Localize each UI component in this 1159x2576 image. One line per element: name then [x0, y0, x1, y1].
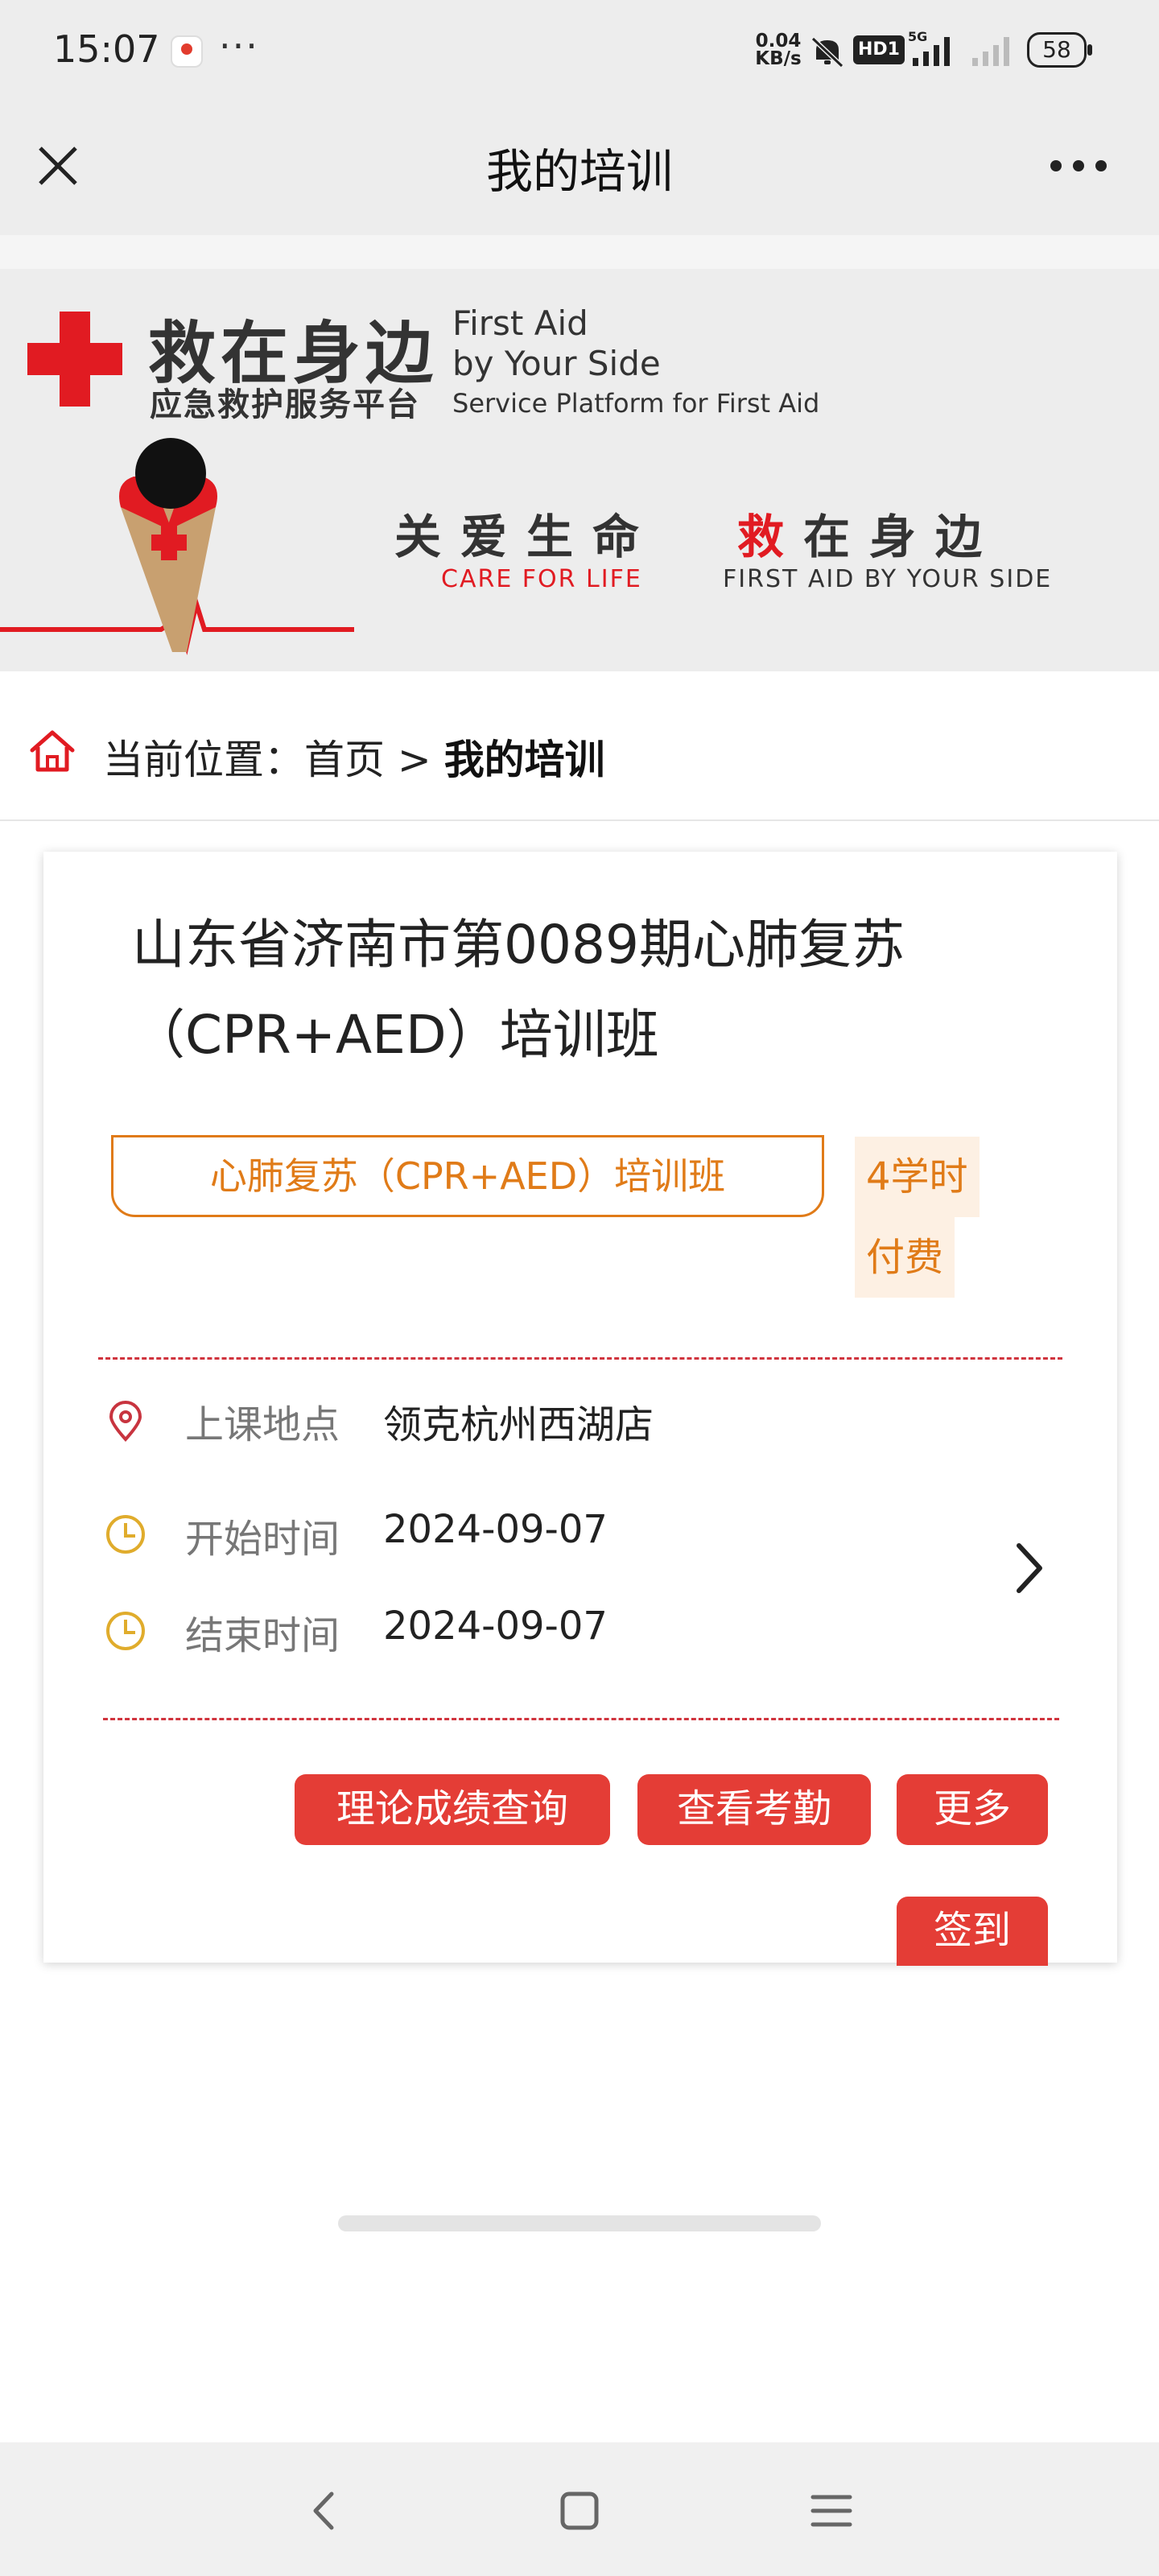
location-label: 上课地点 — [185, 1402, 340, 1447]
scroll-indicator — [338, 2215, 821, 2231]
chevron-right-icon[interactable] — [1009, 1536, 1050, 1600]
slogan-cn-1: 关爱生命 — [394, 510, 659, 564]
sign-in-button[interactable]: 签到 — [897, 1897, 1048, 1966]
page-title: 我的培训 — [485, 144, 673, 199]
slogan-cn-2-red: 救 — [737, 510, 804, 564]
slogan-en-1: CARE FOR LIFE — [441, 565, 642, 593]
breadcrumb-home-link[interactable]: 首页 — [304, 737, 385, 783]
home-square-icon[interactable] — [553, 2484, 606, 2537]
app-notification-icon — [171, 35, 203, 68]
end-time-value: 2024-09-07 — [383, 1604, 608, 1649]
breadcrumb-current: 我的培训 — [443, 737, 605, 783]
more-button[interactable]: 更多 — [897, 1774, 1048, 1845]
net-speed: 0.04 KB/s — [749, 32, 808, 68]
brand-subtitle-cn: 应急救护服务平台 — [150, 386, 420, 423]
clock-icon — [106, 1515, 145, 1554]
slogan-cn-2: 救在身边 — [737, 499, 1001, 567]
course-hours-tag: 4学时 — [855, 1137, 980, 1217]
brand-title-en-2: by Your Side — [452, 344, 661, 383]
view-attendance-button[interactable]: 查看考勤 — [637, 1774, 871, 1845]
breadcrumb: 当前位置：首页 > 我的培训 — [0, 671, 1159, 821]
nav-bar: 我的培训 — [0, 101, 1159, 235]
breadcrumb-text: 当前位置：首页 > 我的培训 — [103, 728, 605, 786]
more-icon[interactable] — [1046, 158, 1111, 174]
signal-icon — [913, 37, 950, 66]
start-time-label: 开始时间 — [185, 1517, 340, 1562]
status-more-dots: ··· — [219, 24, 259, 68]
divider-strip — [0, 235, 1159, 269]
mascot-illustration — [0, 438, 354, 655]
red-cross-logo-vertical — [60, 312, 90, 407]
end-time-label: 结束时间 — [185, 1613, 340, 1658]
score-query-button[interactable]: 理论成绩查询 — [295, 1774, 610, 1845]
course-category-tag: 心肺复苏（CPR+AED）培训班 — [111, 1135, 824, 1217]
net-speed-value: 0.04 — [755, 31, 802, 52]
system-nav-bar — [0, 2442, 1159, 2576]
brand-title-en-1: First Aid — [452, 303, 588, 343]
brand-subtitle-en: Service Platform for First Aid — [452, 388, 820, 419]
slogan-en-2: FIRST AID BY YOUR SIDE — [723, 565, 1053, 593]
back-icon[interactable] — [298, 2484, 351, 2537]
net-speed-unit: KB/s — [755, 48, 802, 69]
location-value: 领克杭州西湖店 — [383, 1402, 654, 1447]
mute-icon — [810, 36, 844, 68]
course-title: 山东省济南市第0089期心肺复苏（CPR+AED）培训班 — [132, 914, 905, 1066]
status-bar: 15:07 ··· 0.04 KB/s HD1 5G 58 — [0, 0, 1159, 101]
menu-icon[interactable] — [805, 2484, 858, 2537]
breadcrumb-prefix: 当前位置： — [103, 737, 304, 783]
clock-icon — [106, 1612, 145, 1650]
breadcrumb-separator: > — [385, 737, 444, 783]
signal-icon-secondary — [972, 37, 1009, 66]
status-time: 15:07 — [53, 27, 160, 71]
battery-icon: 58 — [1027, 32, 1092, 68]
dashed-divider — [103, 1718, 1059, 1720]
home-icon — [30, 730, 75, 772]
dashed-divider — [98, 1357, 1062, 1360]
course-card[interactable]: 山东省济南市第0089期心肺复苏（CPR+AED）培训班 心肺复苏（CPR+AE… — [43, 852, 1117, 1966]
slogan-cn-2-rest: 在身边 — [803, 510, 1002, 564]
hd-badge: HD1 — [853, 35, 905, 64]
start-time-value: 2024-09-07 — [383, 1507, 608, 1552]
course-fee-tag: 付费 — [855, 1217, 955, 1298]
location-pin-icon — [109, 1401, 142, 1442]
